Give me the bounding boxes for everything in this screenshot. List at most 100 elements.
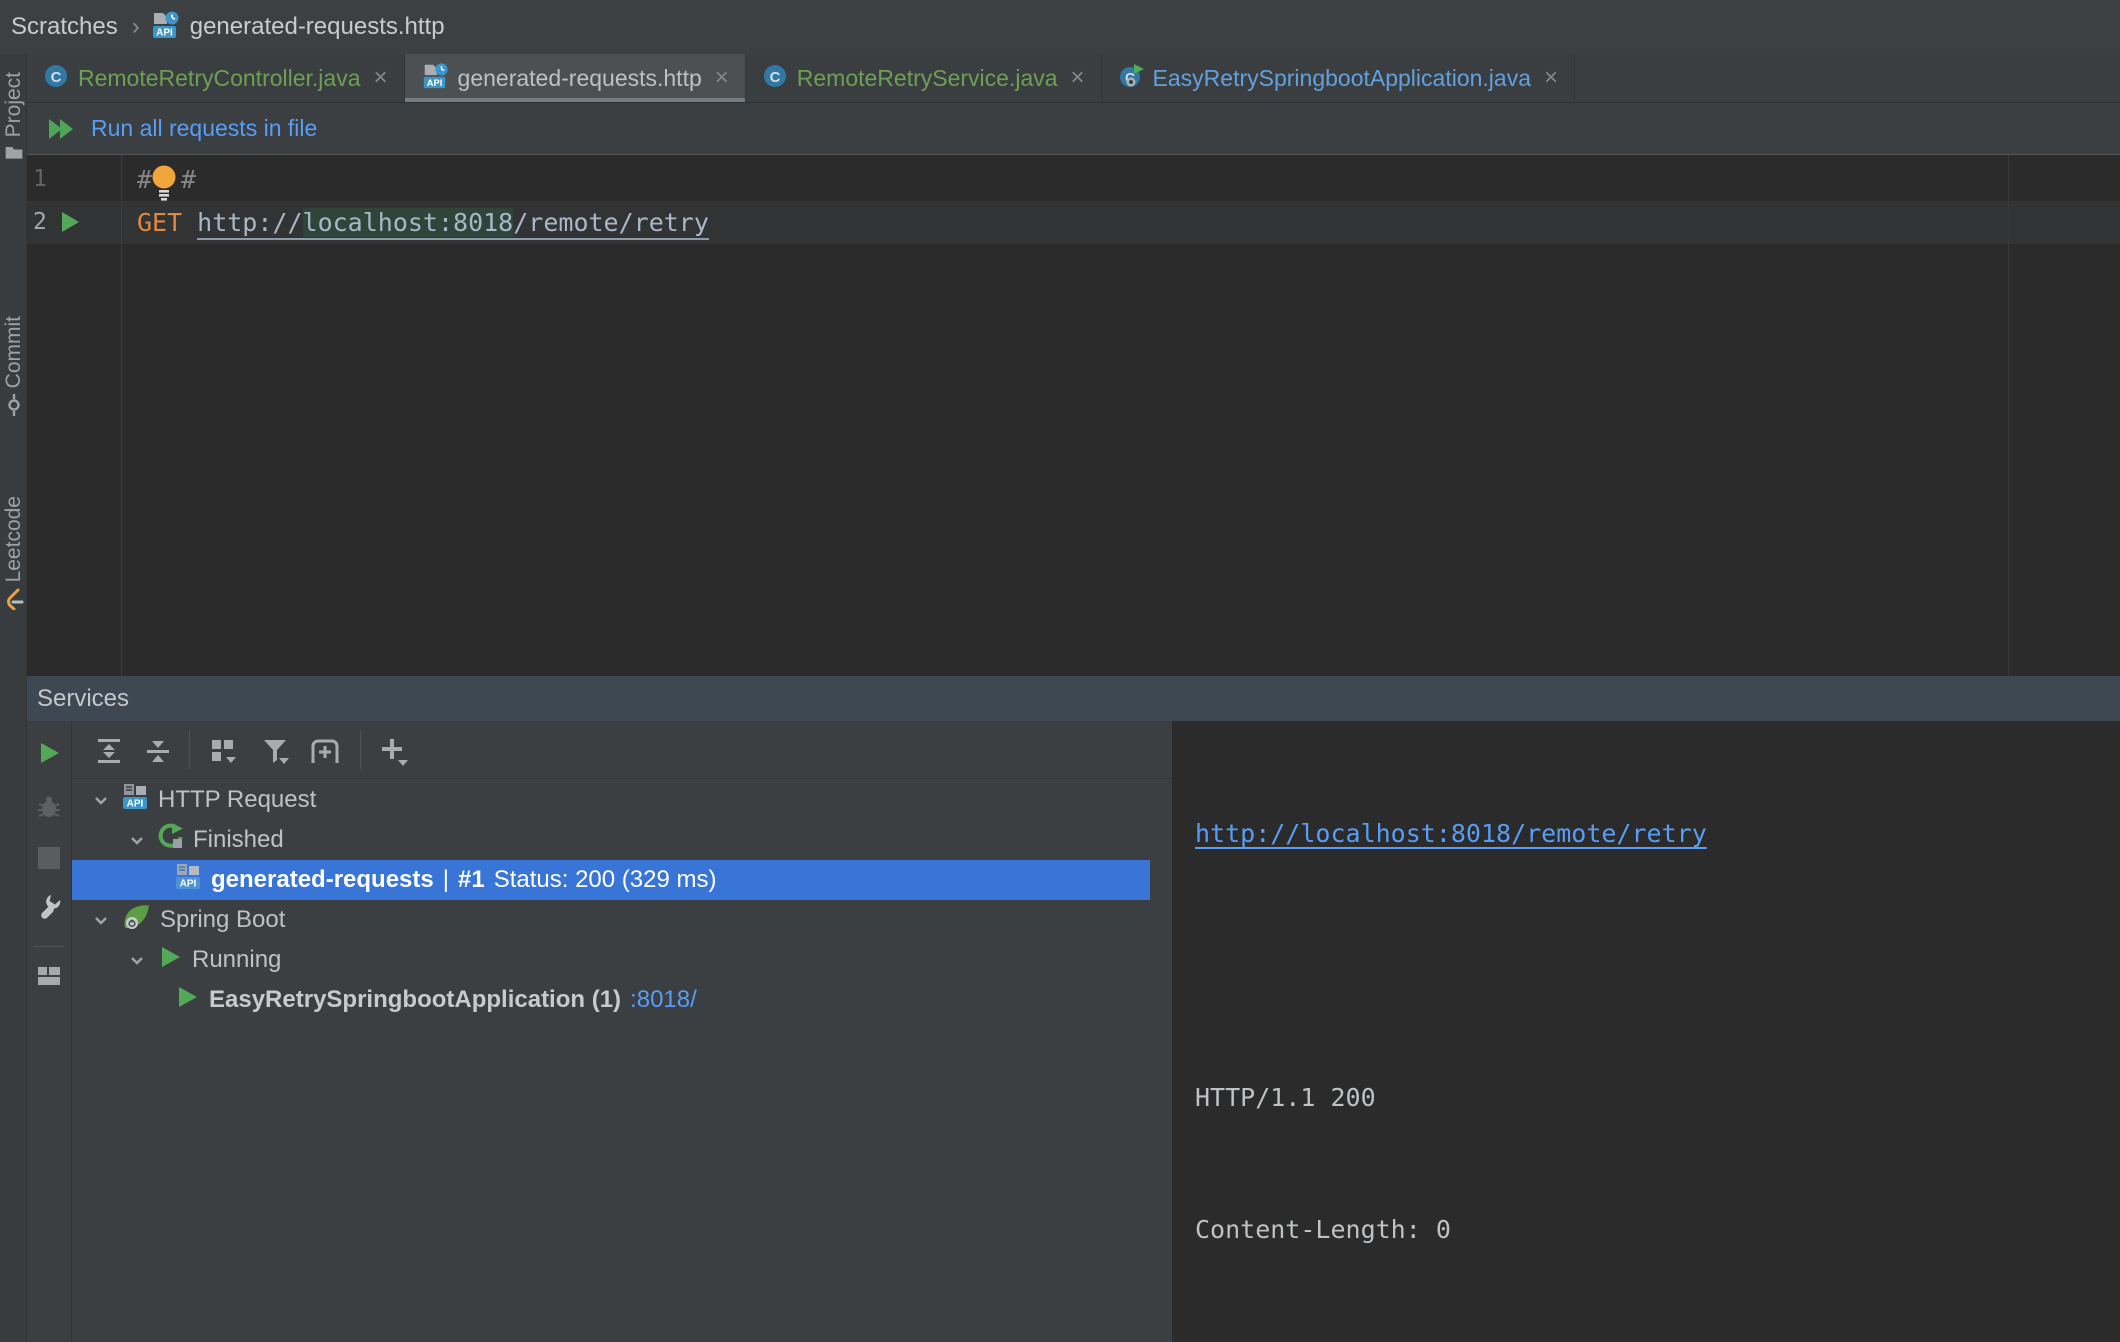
response-status-line: HTTP/1.1 200 <box>1195 1076 2038 1120</box>
folder-icon <box>4 143 24 166</box>
request-separator-hash: # <box>181 158 196 201</box>
http-request-icon: API <box>174 863 202 898</box>
stripe-label: Commit <box>2 316 26 388</box>
breadcrumb-separator-icon: › <box>132 13 140 41</box>
stripe-button-commit[interactable]: Commit <box>0 316 27 421</box>
line-number-2: 2 <box>33 201 47 244</box>
svg-text:API: API <box>127 798 144 809</box>
right-margin-guide <box>2008 155 2009 676</box>
breadcrumb: Scratches › API generated-requests.http <box>0 0 2120 54</box>
close-icon[interactable]: × <box>715 66 729 90</box>
http-method: GET <box>137 208 182 237</box>
request-run-number: #1 <box>458 866 485 894</box>
chevron-down-icon[interactable] <box>90 909 112 931</box>
run-button[interactable] <box>36 740 62 771</box>
stripe-button-leetcode[interactable]: Leetcode <box>0 496 27 615</box>
tree-item-spring-boot[interactable]: Spring Boot <box>72 900 1172 940</box>
blank-line <box>1195 944 2038 988</box>
line-number-1: 1 <box>33 158 47 201</box>
request-url[interactable]: http://localhost:8018/remote/retry <box>197 208 709 240</box>
tree-item-http-request[interactable]: API HTTP Request <box>72 780 1172 820</box>
services-toolbar <box>72 721 1172 779</box>
tree-item-easyretry-application[interactable]: EasyRetrySpringbootApplication (1) :8018… <box>72 980 1172 1020</box>
svg-text:C: C <box>51 69 62 86</box>
java-class-icon: C <box>762 63 788 94</box>
tool-window-stripe: Project Commit Leetcode <box>0 54 27 1342</box>
filter-icon[interactable] <box>260 736 292 773</box>
expand-all-icon[interactable] <box>94 736 124 771</box>
url-scheme: http:// <box>197 208 302 237</box>
active-tab-underline <box>405 98 745 102</box>
tree-item-generated-requests[interactable]: API generated-requests | #1 Status: 200 … <box>72 860 1150 900</box>
close-icon[interactable]: × <box>374 66 388 90</box>
runnable-class-icon: C <box>1118 63 1144 94</box>
gutter-separator <box>121 155 122 676</box>
services-panel-header[interactable]: Services <box>27 676 2120 721</box>
chevron-down-icon[interactable] <box>126 949 148 971</box>
editor-area[interactable]: 1 2 # # GEThttp://localhost:8018/remote/… <box>27 155 2120 676</box>
application-name: EasyRetrySpringbootApplication (1) <box>209 986 621 1014</box>
http-request-line: GET http://localhost:8018/remote/retry <box>137 201 709 244</box>
spring-boot-icon <box>121 902 151 939</box>
toolbar-separator <box>189 731 190 769</box>
chevron-down-icon[interactable] <box>126 829 148 851</box>
wrench-settings-icon[interactable] <box>35 893 63 926</box>
tree-item-label: Running <box>192 946 281 974</box>
services-tree-panel: API HTTP Request Finished API generated-… <box>72 721 1172 1342</box>
services-tree: API HTTP Request Finished API generated-… <box>72 780 1172 1020</box>
intention-bulb-icon[interactable] <box>149 163 179 206</box>
leetcode-icon <box>4 588 24 615</box>
run-icon <box>157 944 183 977</box>
ide-window: Scratches › API generated-requests.http … <box>0 0 2120 1342</box>
rerun-icon <box>157 823 184 857</box>
open-in-new-tab-icon[interactable] <box>308 736 342 773</box>
url-host: localhost:8018 <box>303 208 514 237</box>
response-content: http://localhost:8018/remote/retry HTTP/… <box>1195 724 2038 1342</box>
tab-label: RemoteRetryController.java <box>78 65 361 92</box>
tab-label: EasyRetrySpringbootApplication.java <box>1153 65 1531 92</box>
add-service-icon[interactable] <box>378 736 410 773</box>
group-by-icon[interactable] <box>208 736 240 773</box>
application-port-link[interactable]: :8018/ <box>630 986 697 1014</box>
tree-item-running[interactable]: Running <box>72 940 1172 980</box>
stripe-label: Leetcode <box>2 496 26 582</box>
http-file-icon: API <box>150 10 180 45</box>
services-title: Services <box>37 685 129 713</box>
run-icon <box>174 984 200 1017</box>
tab-easyretryspringbootapplication[interactable]: C EasyRetrySpringbootApplication.java × <box>1102 54 1575 102</box>
run-all-icon[interactable] <box>47 115 79 143</box>
response-console[interactable]: http://localhost:8018/remote/retry HTTP/… <box>1172 721 2120 1342</box>
tree-item-label: HTTP Request <box>158 786 316 814</box>
http-file-icon: API <box>421 62 449 95</box>
debug-icon[interactable] <box>36 794 62 825</box>
tab-generated-requests[interactable]: API generated-requests.http × <box>405 54 746 102</box>
toolbar-separator <box>34 946 64 947</box>
breadcrumb-folder[interactable]: Scratches <box>11 13 118 41</box>
collapse-all-icon[interactable] <box>143 736 173 771</box>
response-url-link[interactable]: http://localhost:8018/remote/retry <box>1195 812 2038 856</box>
commit-icon <box>4 394 24 421</box>
run-all-requests-bar: Run all requests in file <box>0 103 2120 155</box>
layout-options-icon[interactable] <box>36 964 62 993</box>
svg-text:C: C <box>769 69 780 86</box>
stop-icon[interactable] <box>38 847 60 869</box>
response-header: Content-Length: 0 <box>1195 1208 2038 1252</box>
run-request-gutter-icon[interactable] <box>58 210 82 239</box>
tree-item-label: Spring Boot <box>160 906 285 934</box>
editor-tab-bar: C RemoteRetryController.java × API gener… <box>0 54 2120 103</box>
stripe-label: Project <box>2 72 26 137</box>
svg-text:API: API <box>180 878 197 889</box>
tab-remoteretryservice[interactable]: C RemoteRetryService.java × <box>746 54 1102 102</box>
svg-text:API: API <box>156 27 173 38</box>
breadcrumb-file[interactable]: generated-requests.http <box>190 13 445 41</box>
close-icon[interactable]: × <box>1071 66 1085 90</box>
run-all-requests-link[interactable]: Run all requests in file <box>91 115 317 142</box>
tab-remoteretrycontroller[interactable]: C RemoteRetryController.java × <box>27 54 405 102</box>
stripe-button-project[interactable]: Project <box>0 72 27 166</box>
tree-item-finished[interactable]: Finished <box>72 820 1172 860</box>
http-request-icon: API <box>121 783 149 818</box>
close-icon[interactable]: × <box>1544 66 1558 90</box>
request-name: generated-requests <box>211 866 434 894</box>
tree-item-label: Finished <box>193 826 284 854</box>
chevron-down-icon[interactable] <box>90 789 112 811</box>
